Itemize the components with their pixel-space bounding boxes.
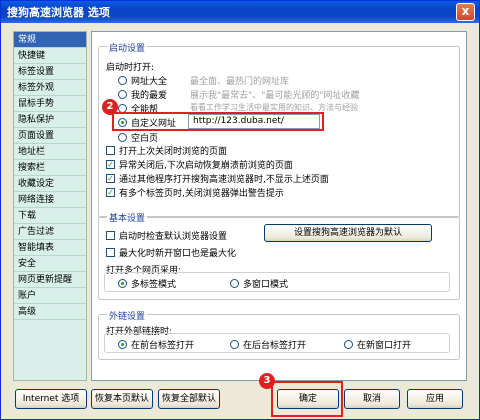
- sidebar-item[interactable]: 网络连接: [14, 192, 86, 208]
- startup-title: 启动设置: [107, 41, 148, 54]
- checkbox-icon: [106, 231, 115, 240]
- option-background-tab[interactable]: 在后台标签打开: [230, 338, 306, 351]
- sidebar-item[interactable]: 账户: [14, 288, 86, 304]
- checkbox-checked-icon: ✓: [106, 188, 115, 197]
- sidebar: 常规 快捷键 标签设置 标签外观 鼠标手势 隐私保护 页面设置 地址栏 搜索栏 收藏设定 网络连接下…: [13, 31, 87, 381]
- check-no-show-external[interactable]: ✓ 通过其他程序打开搜狗高速浏览器时,不显示上述页面: [106, 172, 329, 185]
- option-foreground-tab[interactable]: 在前台标签打开: [118, 338, 194, 351]
- sidebar-item[interactable]: 安全: [14, 256, 86, 272]
- external-title: 外链设置: [107, 309, 148, 322]
- sidebar-item[interactable]: 快捷键: [14, 48, 86, 64]
- close-icon[interactable]: x: [456, 3, 475, 21]
- radio-icon: [230, 340, 239, 349]
- checkbox-icon: [106, 146, 115, 155]
- window-title: 搜狗高速浏览器 选项: [7, 6, 110, 19]
- radio-selected-icon: [118, 340, 127, 349]
- radio-icon: [344, 340, 353, 349]
- checkbox-icon: [106, 248, 115, 257]
- option-multi-tab[interactable]: 多标签模式: [118, 277, 176, 290]
- sidebar-item[interactable]: 标签设置: [14, 64, 86, 80]
- restore-page-default-button[interactable]: 恢复本页默认: [91, 389, 153, 409]
- check-crash-restore[interactable]: ✓ 异常关闭后,下次启动恢复崩溃前浏览的页面: [106, 158, 293, 171]
- sidebar-item[interactable]: 页面设置: [14, 128, 86, 144]
- highlight-box-custom-url: [112, 112, 324, 131]
- internet-options-button[interactable]: Internet 选项: [15, 389, 87, 409]
- sidebar-item[interactable]: 高级: [14, 304, 86, 320]
- step-badge-3: 3: [259, 373, 275, 389]
- check-close-warning[interactable]: ✓ 有多个标签页时,关闭浏览器弹出警告提示: [106, 186, 284, 199]
- sidebar-item[interactable]: 鼠标手势: [14, 96, 86, 112]
- check-restore-last[interactable]: 打开上次关闭时浏览的页面: [106, 144, 227, 157]
- sidebar-item[interactable]: 隐私保护: [14, 112, 86, 128]
- options-window: 搜狗高速浏览器 选项 x 常规 快捷键 标签设置 标签外观 鼠标手势 隐私保护 页面设置 地址…: [0, 0, 480, 420]
- cancel-button[interactable]: 取消: [344, 389, 400, 409]
- sidebar-item[interactable]: 收藏设定: [14, 176, 86, 192]
- highlight-box-ok: [271, 381, 343, 417]
- radio-icon: [230, 279, 239, 288]
- sidebar-item[interactable]: 搜索栏: [14, 160, 86, 176]
- option-url-nav[interactable]: 网址大全: [118, 74, 167, 87]
- radio-icon: [118, 133, 127, 142]
- radio-icon: [118, 90, 127, 99]
- apply-button[interactable]: 应用: [407, 389, 463, 409]
- option-multi-window[interactable]: 多窗口模式: [230, 277, 288, 290]
- checkbox-checked-icon: ✓: [106, 174, 115, 183]
- option-url-nav-desc: 最全面、最热门的网址库: [190, 77, 290, 87]
- option-new-window[interactable]: 在新窗口打开: [344, 338, 411, 351]
- sidebar-item[interactable]: 常规: [14, 32, 86, 48]
- check-maximize[interactable]: 最大化时新开窗口也是最大化: [106, 246, 236, 259]
- title-bar: 搜狗高速浏览器 选项 x: [1, 1, 479, 23]
- sidebar-item[interactable]: 标签外观: [14, 80, 86, 96]
- settings-panel: 启动设置 启动时打开: 网址大全 最全面、最热门的网址库 我的最爱 展示我"最常…: [91, 31, 467, 381]
- basic-title: 基本设置: [107, 211, 148, 224]
- radio-selected-icon: [118, 279, 127, 288]
- option-favorites[interactable]: 我的最爱: [118, 88, 167, 101]
- sidebar-item[interactable]: 智能填表: [14, 240, 86, 256]
- startup-open-label: 启动时打开:: [106, 63, 155, 73]
- sidebar-item[interactable]: 广告过滤: [14, 224, 86, 240]
- option-blank[interactable]: 空白页: [118, 131, 158, 144]
- radio-icon: [118, 76, 127, 85]
- option-favorites-desc: 展示我"最常去"、"最可能光顾的"网址收藏: [190, 91, 360, 101]
- set-default-button[interactable]: 设置搜狗高速浏览器为默认: [264, 224, 432, 242]
- step-badge-2: 2: [102, 99, 118, 115]
- sidebar-item[interactable]: 地址栏: [14, 144, 86, 160]
- sidebar-item[interactable]: 下载: [14, 208, 86, 224]
- restore-all-default-button[interactable]: 恢复全部默认: [158, 389, 220, 409]
- checkbox-checked-icon: ✓: [106, 160, 115, 169]
- sidebar-item[interactable]: 网页更新提醒: [14, 272, 86, 288]
- check-default-browser[interactable]: 启动时检查默认浏览器设置: [106, 229, 227, 242]
